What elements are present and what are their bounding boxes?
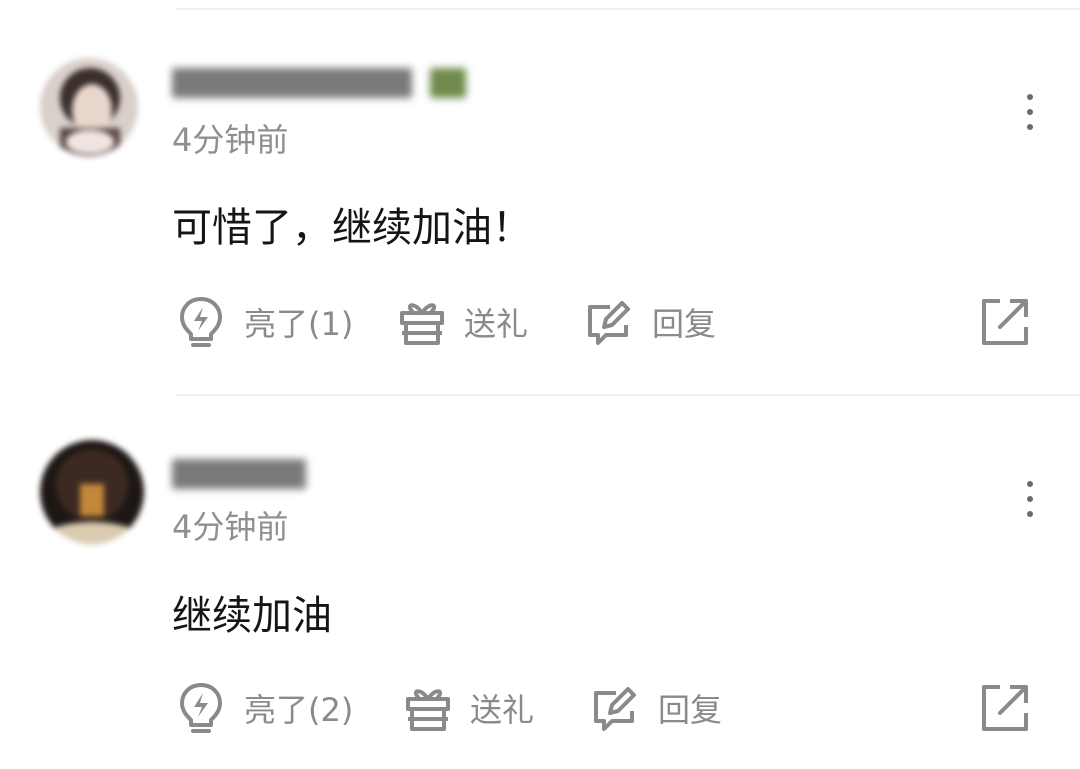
username-blurred[interactable]: [172, 453, 312, 493]
like-label: 亮了(1): [244, 305, 354, 343]
comment-text: 继续加油: [172, 593, 332, 639]
like-button[interactable]: 亮了(2): [176, 680, 353, 736]
like-label: 亮了(2): [244, 691, 354, 729]
comment-item: 4分钟前 可惜了，继续加油！ 亮了(1) 送礼 回复: [0, 0, 1080, 395]
edit-reply-icon: [588, 301, 630, 345]
like-button[interactable]: 亮了(1): [176, 294, 353, 350]
comment-item: 4分钟前 继续加油 亮了(2) 送礼 回复: [0, 395, 1080, 769]
gift-label: 送礼: [464, 305, 529, 343]
more-options-button[interactable]: [1010, 475, 1050, 525]
reply-button[interactable]: 回复: [590, 680, 722, 736]
edit-reply-icon: [594, 687, 636, 731]
share-button[interactable]: [980, 294, 1030, 350]
reply-button[interactable]: 回复: [584, 294, 716, 350]
more-options-button[interactable]: [1010, 88, 1050, 138]
reply-label: 回复: [658, 691, 723, 729]
gift-icon: [406, 689, 450, 731]
share-icon: [982, 685, 1028, 731]
gift-icon: [400, 303, 444, 345]
share-button[interactable]: [980, 680, 1030, 736]
lightbulb-icon: [180, 683, 222, 733]
more-vertical-icon: [1027, 94, 1033, 100]
lightbulb-icon: [180, 297, 222, 347]
gift-button[interactable]: 送礼: [398, 294, 528, 350]
avatar[interactable]: [40, 440, 144, 544]
avatar[interactable]: [40, 58, 138, 156]
comment-timestamp: 4分钟前: [172, 121, 289, 159]
share-icon: [982, 299, 1028, 345]
gift-label: 送礼: [470, 691, 535, 729]
reply-label: 回复: [652, 305, 717, 343]
comment-timestamp: 4分钟前: [172, 508, 289, 546]
comment-text: 可惜了，继续加油！: [172, 205, 532, 251]
gift-button[interactable]: 送礼: [404, 680, 534, 736]
more-vertical-icon: [1027, 481, 1033, 487]
username-blurred[interactable]: [172, 62, 472, 102]
